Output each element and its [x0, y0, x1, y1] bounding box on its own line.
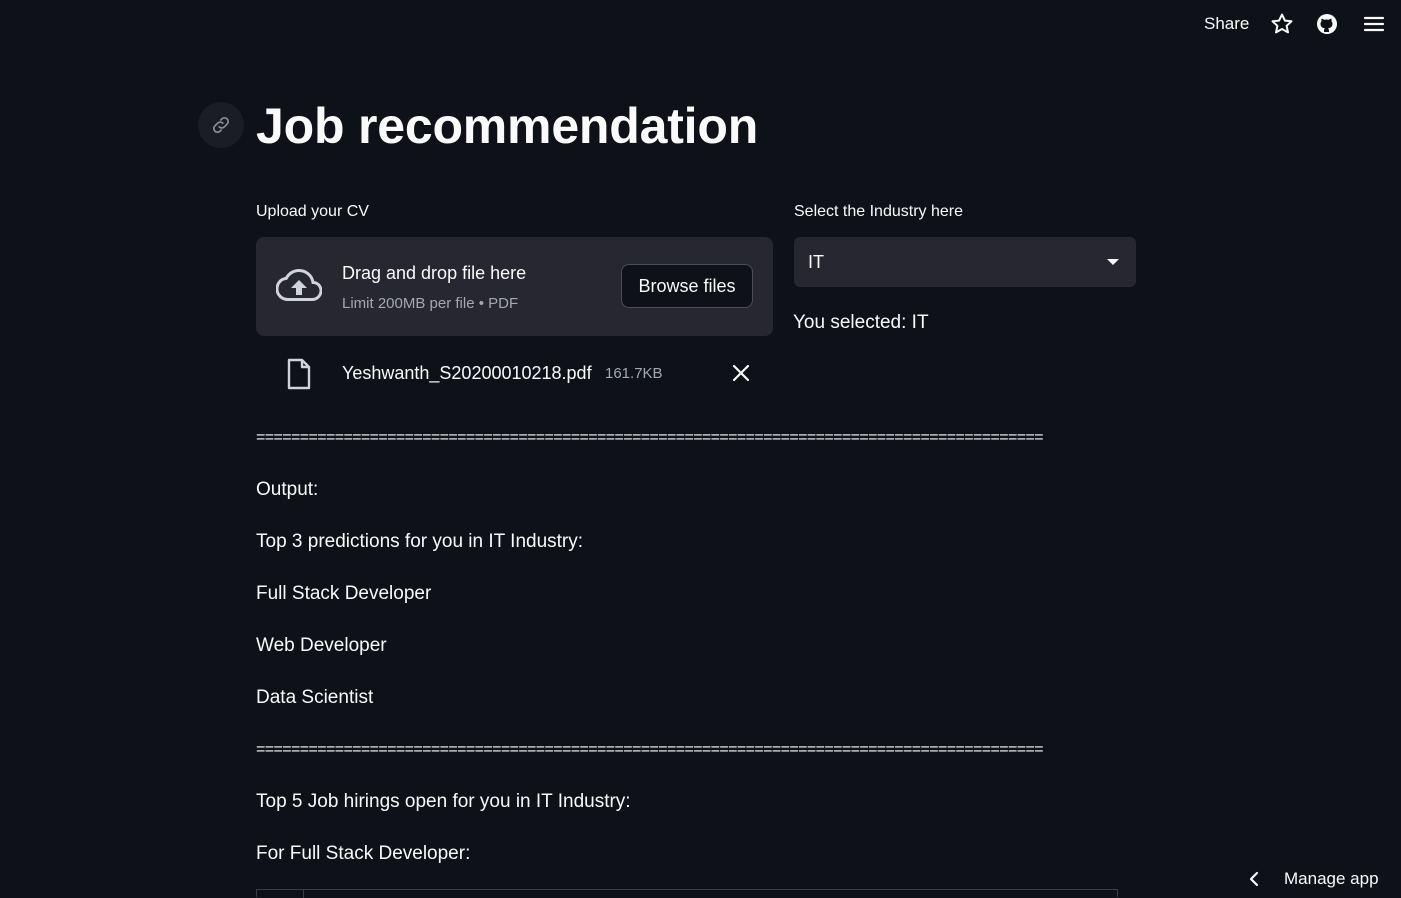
- uploaded-file-size: 161.7KB: [605, 365, 663, 382]
- prediction-item: Full Stack Developer: [256, 583, 432, 604]
- predictions-heading: Top 3 predictions for you in IT Industry…: [256, 531, 584, 552]
- hirings-table: [256, 889, 1118, 898]
- heading-anchor-link[interactable]: [198, 102, 244, 148]
- star-icon[interactable]: [1270, 12, 1294, 36]
- hamburger-menu-icon[interactable]: [1362, 12, 1386, 36]
- github-icon[interactable]: [1315, 12, 1339, 36]
- upload-label: Upload your CV: [256, 203, 369, 220]
- manage-app-button[interactable]: Manage app: [1244, 866, 1379, 892]
- manage-app-label: Manage app: [1284, 869, 1379, 888]
- dropzone-limit: Limit 200MB per file • PDF: [342, 295, 519, 312]
- role-heading: For Full Stack Developer:: [256, 843, 471, 864]
- page-title: Job recommendation: [256, 98, 759, 154]
- link-icon: [212, 116, 230, 134]
- browse-files-button[interactable]: Browse files: [621, 264, 753, 308]
- file-icon: [287, 358, 311, 390]
- industry-label: Select the Industry here: [794, 203, 963, 220]
- industry-select-value: IT: [808, 252, 824, 272]
- uploaded-file-name: Yeshwanth_S20200010218.pdf: [342, 363, 592, 383]
- output-heading: Output:: [256, 479, 319, 500]
- close-icon[interactable]: [730, 362, 752, 384]
- dropzone-instruction: Drag and drop file here: [342, 263, 527, 283]
- industry-select[interactable]: IT: [794, 237, 1136, 287]
- separator-line: ========================================…: [256, 741, 1044, 758]
- chevron-down-icon: [1107, 259, 1119, 265]
- hirings-heading: Top 5 Job hirings open for you in IT Ind…: [256, 791, 631, 812]
- file-dropzone[interactable]: Drag and drop file here Limit 200MB per …: [256, 237, 773, 336]
- selected-industry-text: You selected: IT: [793, 312, 929, 333]
- cloud-upload-icon: [276, 268, 322, 301]
- share-button[interactable]: Share: [1196, 13, 1257, 35]
- separator-line: ========================================…: [256, 429, 1044, 446]
- prediction-item: Data Scientist: [256, 687, 374, 708]
- uploaded-file-row: Yeshwanth_S20200010218.pdf 161.7KB: [256, 352, 773, 396]
- chevron-left-icon: [1249, 871, 1259, 887]
- prediction-item: Web Developer: [256, 635, 387, 656]
